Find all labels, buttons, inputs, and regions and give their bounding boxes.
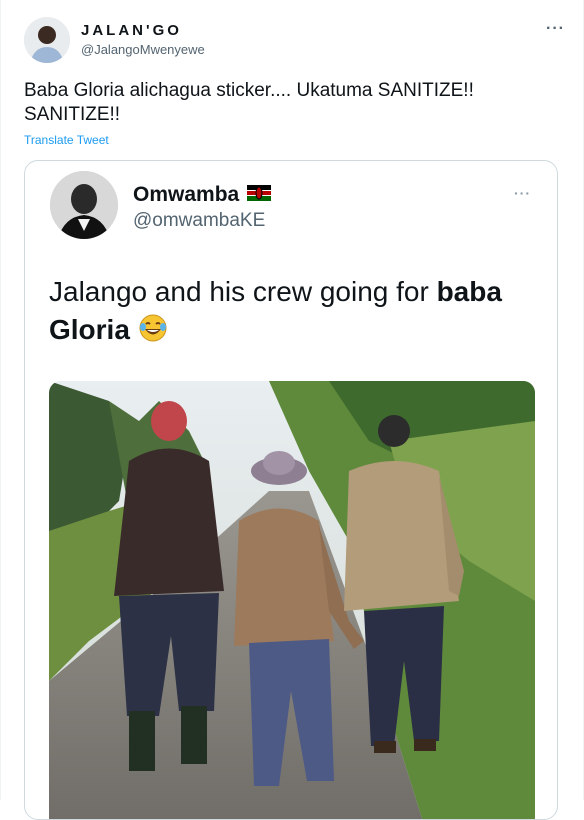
quoted-tweet-text: Jalango and his crew going for baba Glor… [49,273,539,353]
quoted-author-name: Omwamba [133,183,240,206]
quoted-tweet[interactable]: Omwamba @omwambaKE ··· Jalango and his c… [24,160,558,820]
quoted-tweet-photo[interactable] [49,381,535,819]
quoted-text-prefix: Jalango and his crew going for [49,276,437,307]
quoted-more-options[interactable]: ··· [514,185,531,201]
tweet-text: Baba Gloria alichagua sticker.... Ukatum… [24,80,474,125]
tears-of-joy-emoji-icon [138,313,168,353]
translate-tweet-link[interactable]: Translate Tweet [24,133,109,147]
author-avatar[interactable] [24,17,70,63]
more-options-button[interactable]: ··· [546,20,565,38]
photo-scene [49,381,535,819]
kenya-flag-icon [247,183,272,207]
quoted-author-handle[interactable]: @omwambaKE [133,210,265,232]
quoted-author-name-row[interactable]: Omwamba [133,183,272,207]
author-name[interactable]: JALAN'GO [81,22,182,39]
tweet: JALAN'GO @JalangoMwenyewe ··· Baba Glori… [0,0,584,820]
author-handle[interactable]: @JalangoMwenyewe [81,42,205,57]
quoted-author-avatar[interactable] [50,171,118,239]
